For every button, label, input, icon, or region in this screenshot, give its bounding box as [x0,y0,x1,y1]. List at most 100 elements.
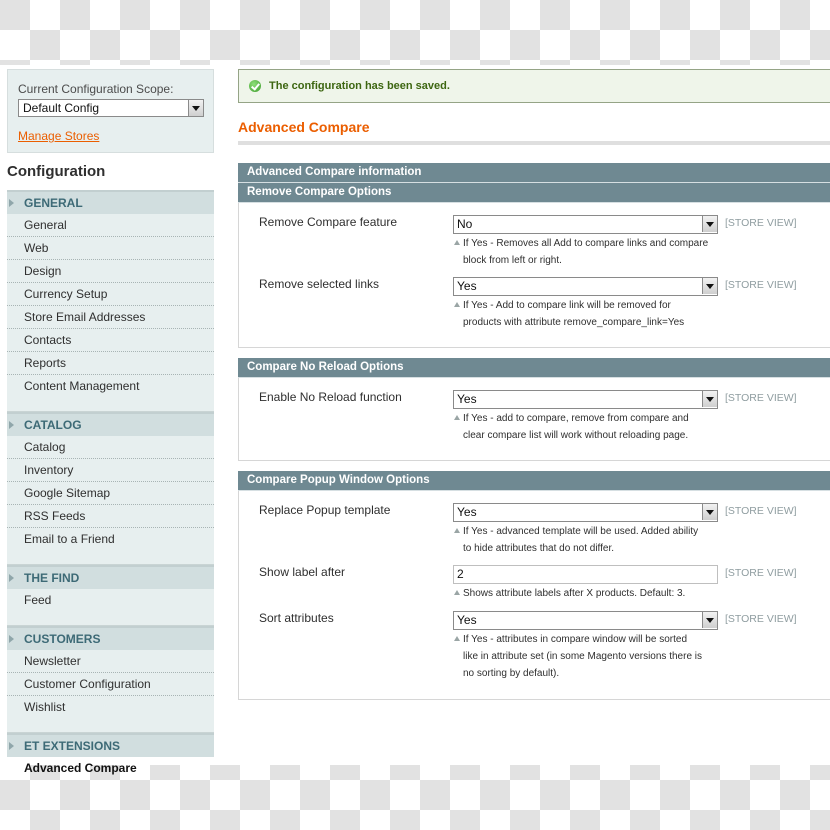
select-value: Yes [457,505,477,519]
config-row: Remove Compare feature No [STORE VIEW] I… [239,215,830,277]
note-triangle-icon [454,528,460,533]
note-triangle-icon [454,415,460,420]
section-header[interactable]: Compare No Reload Options [238,358,830,378]
field-label: Enable No Reload function [259,390,402,404]
remove-compare-feature-select[interactable]: No [453,215,718,234]
field-note: If Yes - advanced template will be used.… [453,523,733,557]
note-line: Shows attribute labels after X products.… [463,588,686,599]
enable-no-reload-select[interactable]: Yes [453,390,718,409]
chevron-down-icon[interactable] [188,100,203,116]
scope-label: Current Configuration Scope: [18,82,174,96]
caret-right-icon [9,199,14,207]
scope-select[interactable]: Default Config [18,99,204,117]
section-compare-no-reload-options: Compare No Reload Options Enable No Relo… [238,358,830,461]
configuration-title: Configuration [7,153,214,190]
sidebar-item-feed[interactable]: Feed [7,589,214,611]
select-value: Yes [457,279,477,293]
note-line: If Yes - attributes in compare window wi… [463,634,687,645]
input-value: 2 [457,567,464,581]
chevron-down-icon[interactable] [702,612,717,628]
group-title: CATALOG [24,418,82,432]
sidebar-group-catalog: CATALOG Catalog Inventory Google Sitemap… [7,412,214,565]
scope-tag: [STORE VIEW] [725,567,797,579]
note-triangle-icon [454,636,460,641]
sidebar-group-customers: CUSTOMERS Newsletter Customer Configurat… [7,626,214,733]
sidebar-item-reports[interactable]: Reports [7,352,214,375]
field-note: If Yes - Removes all Add to compare link… [453,235,733,269]
group-title: GENERAL [24,196,83,210]
chevron-down-icon[interactable] [702,278,717,294]
field-label: Show label after [259,565,346,579]
config-row: Enable No Reload function Yes [STORE VIE… [239,390,830,452]
sidebar-item-contacts[interactable]: Contacts [7,329,214,352]
note-line: If Yes - advanced template will be used.… [463,526,699,537]
success-check-icon [249,80,261,92]
section-compare-popup-window-options: Compare Popup Window Options Replace Pop… [238,471,830,700]
sidebar-group-header[interactable]: THE FIND [7,565,214,589]
main-content: The configuration has been saved. Advanc… [238,69,830,700]
field-label: Remove selected links [259,277,380,291]
sidebar-group-header[interactable]: CUSTOMERS [7,626,214,650]
group-title: ET EXTENSIONS [24,739,121,753]
scope-tag: [STORE VIEW] [725,392,797,404]
replace-popup-template-select[interactable]: Yes [453,503,718,522]
sidebar-group-header[interactable]: ET EXTENSIONS [7,733,214,757]
select-value: Yes [457,613,477,627]
sidebar: Current Configuration Scope: Default Con… [7,69,214,779]
note-triangle-icon [454,240,460,245]
sidebar-item-web[interactable]: Web [7,237,214,260]
chevron-down-icon[interactable] [702,504,717,520]
note-line: to hide attributes that do not differ. [463,543,615,554]
chevron-down-icon[interactable] [702,216,717,232]
chevron-down-icon[interactable] [702,391,717,407]
sidebar-group-general: GENERAL General Web Design Currency Setu… [7,190,214,412]
sidebar-group-et-extensions: ET EXTENSIONS [7,733,214,757]
sidebar-item-newsletter[interactable]: Newsletter [7,650,214,673]
config-row: Show label after 2 [STORE VIEW] Shows at… [239,565,830,611]
note-line: If Yes - add to compare, remove from com… [463,413,689,424]
config-row: Remove selected links Yes [STORE VIEW] I… [239,277,830,339]
sidebar-item-email-to-a-friend[interactable]: Email to a Friend [7,528,214,550]
section-remove-compare-options: Remove Compare Options Remove Compare fe… [238,183,830,348]
sidebar-item-content-management[interactable]: Content Management [7,375,214,397]
page-title: Advanced Compare [238,119,830,145]
success-message: The configuration has been saved. [238,69,830,103]
group-title: CUSTOMERS [24,632,101,646]
section-header[interactable]: Compare Popup Window Options [238,471,830,491]
section-header[interactable]: Remove Compare Options [238,183,830,203]
sidebar-group-header[interactable]: GENERAL [7,190,214,214]
sidebar-item-design[interactable]: Design [7,260,214,283]
config-row: Replace Popup template Yes [STORE VIEW] … [239,503,830,565]
show-label-after-input[interactable]: 2 [453,565,718,584]
sidebar-item-catalog[interactable]: Catalog [7,436,214,459]
remove-selected-links-select[interactable]: Yes [453,277,718,296]
scope-select-value: Default Config [23,101,100,115]
manage-stores-link[interactable]: Manage Stores [18,129,99,143]
sidebar-item-advanced-compare[interactable]: Advanced Compare [7,757,214,779]
sidebar-group-header[interactable]: CATALOG [7,412,214,436]
sidebar-item-google-sitemap[interactable]: Google Sitemap [7,482,214,505]
sidebar-item-store-email-addresses[interactable]: Store Email Addresses [7,306,214,329]
field-label: Replace Popup template [259,503,391,517]
field-label: Remove Compare feature [259,215,398,229]
caret-right-icon [9,574,14,582]
note-line: block from left or right. [463,255,562,266]
sidebar-item-currency-setup[interactable]: Currency Setup [7,283,214,306]
sidebar-item-customer-configuration[interactable]: Customer Configuration [7,673,214,696]
note-triangle-icon [454,302,460,307]
sidebar-item-inventory[interactable]: Inventory [7,459,214,482]
caret-right-icon [9,742,14,750]
sidebar-item-wishlist[interactable]: Wishlist [7,696,214,718]
config-row: Sort attributes Yes [STORE VIEW] If Yes … [239,611,830,691]
sidebar-group-the-find: THE FIND Feed [7,565,214,626]
admin-page: Current Configuration Scope: Default Con… [0,65,830,775]
sidebar-item-rss-feeds[interactable]: RSS Feeds [7,505,214,528]
info-section-header[interactable]: Advanced Compare information [238,163,830,183]
sort-attributes-select[interactable]: Yes [453,611,718,630]
scope-tag: [STORE VIEW] [725,217,797,229]
caret-right-icon [9,635,14,643]
sidebar-item-general[interactable]: General [7,214,214,237]
scope-tag: [STORE VIEW] [725,613,797,625]
success-message-text: The configuration has been saved. [269,80,450,92]
caret-right-icon [9,421,14,429]
